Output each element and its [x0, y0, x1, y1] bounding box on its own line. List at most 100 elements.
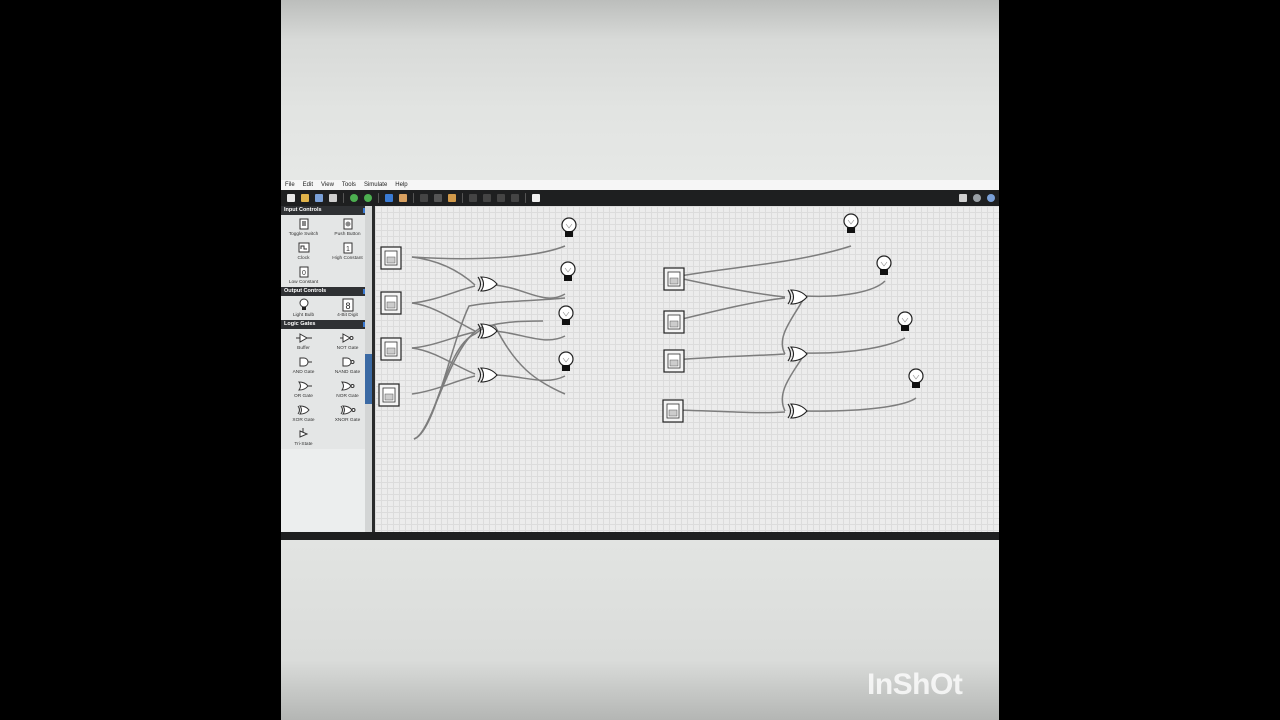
tool-label: Toggle Switch — [288, 232, 319, 237]
and-gate-icon — [299, 357, 312, 367]
input-controls-header[interactable]: Input Controls — [281, 206, 372, 215]
tool-label: AND Gate — [292, 370, 315, 375]
tool-label: Tri-State — [294, 442, 313, 447]
xor-gate[interactable] — [787, 346, 808, 362]
pan-icon[interactable] — [399, 194, 407, 202]
toggle-switch[interactable] — [380, 246, 402, 270]
zoom-icon[interactable] — [483, 194, 491, 202]
output-controls-header[interactable]: Output Controls — [281, 287, 372, 296]
light-bulb[interactable] — [558, 351, 574, 372]
tool-label: NOR Gate — [336, 394, 359, 399]
toolbar — [281, 190, 999, 206]
open-icon[interactable] — [301, 194, 309, 202]
menu-file[interactable]: File — [281, 180, 299, 190]
redo-icon[interactable] — [364, 194, 372, 202]
circuit-right[interactable] — [673, 245, 917, 414]
tool-xor-gate[interactable]: XOR Gate — [283, 403, 324, 423]
toggle-switch[interactable] — [663, 349, 685, 373]
toggle-switch-icon — [299, 218, 308, 230]
clock-icon — [298, 242, 309, 253]
light-bulb[interactable] — [876, 255, 892, 276]
logic-gates-header[interactable]: Logic Gates — [281, 320, 372, 329]
xor-gate-icon — [297, 405, 310, 415]
section-title: Output Controls — [284, 288, 327, 294]
light-bulb[interactable] — [897, 311, 913, 332]
tool-and-gate[interactable]: AND Gate — [283, 355, 324, 375]
circuit-diagram[interactable] — [375, 206, 999, 532]
push-button-icon — [343, 218, 352, 230]
wire-icon[interactable] — [511, 194, 519, 202]
paste-icon[interactable] — [448, 194, 456, 202]
xor-gate[interactable] — [787, 289, 808, 305]
tool-label: Low Constant — [288, 280, 319, 285]
cut-icon[interactable] — [420, 194, 428, 202]
light-bulb[interactable] — [560, 261, 576, 282]
print-icon[interactable] — [329, 194, 337, 202]
menu-help[interactable]: Help — [391, 180, 411, 190]
tool-clock[interactable]: Clock — [283, 241, 324, 261]
xor-gate[interactable] — [477, 276, 498, 292]
logic-gates-grid: Buffer NOT Gate AND Gate NAND Gate OR Ga… — [281, 329, 372, 449]
light-bulb[interactable] — [843, 213, 859, 234]
tool-label: XOR Gate — [292, 418, 315, 423]
tool-high-constant[interactable]: 1 High Constant — [327, 241, 368, 261]
menu-simulate[interactable]: Simulate — [360, 180, 391, 190]
toggle-switch[interactable] — [663, 310, 685, 334]
tool-or-gate[interactable]: OR Gate — [283, 379, 324, 399]
select-icon[interactable] — [385, 194, 393, 202]
new-icon[interactable] — [287, 194, 295, 202]
tool-not-gate[interactable]: NOT Gate — [327, 331, 368, 351]
tool-nor-gate[interactable]: NOR Gate — [327, 379, 368, 399]
svg-text:0: 0 — [302, 270, 306, 277]
circuit-left[interactable] — [411, 245, 566, 440]
toolbar-separator — [413, 193, 414, 203]
light-bulb-icon — [299, 298, 308, 310]
light-bulb[interactable] — [558, 305, 574, 326]
tool-label: XNOR Gate — [334, 418, 361, 423]
circuit-canvas[interactable] — [375, 206, 999, 532]
menu-view[interactable]: View — [317, 180, 338, 190]
menu-tools[interactable]: Tools — [338, 180, 360, 190]
light-bulb[interactable] — [561, 217, 577, 238]
toolbar-separator — [343, 193, 344, 203]
tool-xnor-gate[interactable]: XNOR Gate — [327, 403, 368, 423]
inshot-watermark: InShOt — [867, 668, 963, 701]
tool-buffer[interactable]: Buffer — [283, 331, 324, 351]
tool-low-constant[interactable]: 0 Low Constant — [283, 265, 324, 285]
copy-icon[interactable] — [434, 194, 442, 202]
tool-label: NOT Gate — [336, 346, 359, 351]
scrollbar-thumb[interactable] — [365, 354, 372, 404]
buffer-gate-icon — [295, 333, 312, 343]
document-icon[interactable] — [959, 194, 967, 202]
tool-light-bulb[interactable]: Light Bulb — [283, 298, 324, 318]
component-palette: Input Controls Toggle Switch Push Button… — [281, 206, 372, 532]
toggle-switch[interactable] — [663, 267, 685, 291]
xnor-gate-icon — [340, 405, 355, 415]
toggle-switch[interactable] — [380, 337, 402, 361]
xor-gate[interactable] — [477, 367, 498, 383]
canvas-icon[interactable] — [532, 194, 540, 202]
gear-icon[interactable] — [973, 194, 981, 202]
tool-4-bit-digit[interactable]: 8 4-Bit Digit — [327, 298, 368, 318]
logic-simulator-window: File Edit View Tools Simulate Help Input… — [281, 180, 999, 540]
tool-nand-gate[interactable]: NAND Gate — [327, 355, 368, 375]
tool-label: OR Gate — [294, 394, 313, 399]
toggle-switch[interactable] — [380, 291, 402, 315]
tool-push-button[interactable]: Push Button — [327, 217, 368, 237]
globe-icon[interactable] — [987, 194, 995, 202]
tool-label: High Constant — [332, 256, 363, 261]
light-bulb[interactable] — [908, 368, 924, 389]
toggle-switch[interactable] — [662, 399, 684, 423]
rotate-icon[interactable] — [497, 194, 505, 202]
palette-scrollbar[interactable] — [365, 206, 372, 532]
toggle-switch[interactable] — [378, 383, 400, 407]
undo-icon[interactable] — [350, 194, 358, 202]
svg-text:1: 1 — [346, 246, 350, 253]
delete-icon[interactable] — [469, 194, 477, 202]
tool-label: Buffer — [297, 346, 310, 351]
tool-tri-state[interactable]: Tri-State — [283, 427, 324, 447]
menu-edit[interactable]: Edit — [299, 180, 317, 190]
xor-gate[interactable] — [787, 403, 808, 419]
tool-toggle-switch[interactable]: Toggle Switch — [283, 217, 324, 237]
save-icon[interactable] — [315, 194, 323, 202]
